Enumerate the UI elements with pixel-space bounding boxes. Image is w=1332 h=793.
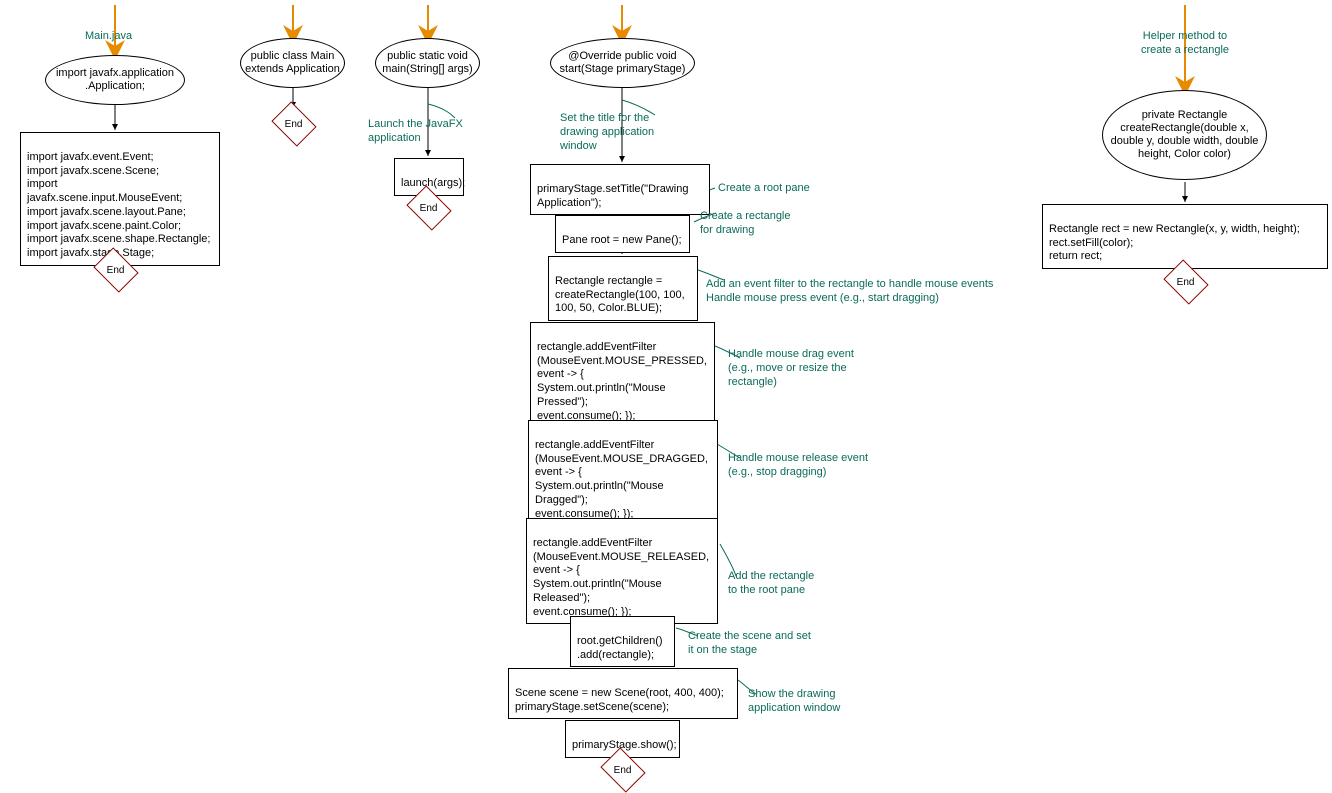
end-col5: End	[1168, 268, 1204, 296]
ellipse-main-method: public static void main(String[] args)	[375, 38, 480, 88]
end-col2: End	[276, 110, 312, 138]
box-imports: import javafx.event.Event; import javafx…	[20, 132, 220, 266]
box-show-label: primaryStage.show();	[572, 739, 677, 751]
ellipse-createrect: private Rectangle createRectangle(double…	[1102, 90, 1267, 180]
ellipse-start-label: @Override public void start(Stage primar…	[555, 50, 690, 76]
box-scene: Scene scene = new Scene(root, 400, 400);…	[508, 668, 738, 719]
box-addchildren-label: root.getChildren() .add(rectangle);	[577, 635, 663, 661]
comment-launch: Launch the JavaFX application	[368, 118, 463, 146]
comment-helper: Helper method to create a rectangle	[1135, 30, 1235, 58]
end-col4-label: End	[614, 764, 632, 775]
end-col3-label: End	[420, 202, 438, 213]
ellipse-start: @Override public void start(Stage primar…	[550, 38, 695, 88]
comment-title: Set the title for the drawing applicatio…	[560, 112, 654, 153]
box-dragged-label: rectangle.addEventFilter (MouseEvent.MOU…	[535, 439, 708, 520]
comment-eventfilter: Add an event filter to the rectangle to …	[706, 278, 993, 306]
box-createrect-label: Rectangle rectangle = createRectangle(10…	[555, 275, 685, 315]
ellipse-class-main: public class Main extends Application	[240, 38, 345, 88]
box-scene-label: Scene scene = new Scene(root, 400, 400);…	[515, 687, 724, 713]
box-addchildren: root.getChildren() .add(rectangle);	[570, 616, 675, 667]
end-col5-label: End	[1177, 276, 1195, 287]
comment-rootpane: Create a root pane	[718, 182, 810, 196]
ellipse-import-app-label: import javafx.application .Application;	[50, 67, 180, 93]
ellipse-import-app: import javafx.application .Application;	[45, 55, 185, 105]
box-rectbody-label: Rectangle rect = new Rectangle(x, y, wid…	[1049, 223, 1300, 263]
comment-release: Handle mouse release event (e.g., stop d…	[728, 452, 868, 480]
box-launch-label: launch(args);	[401, 177, 465, 189]
comment-addrect: Add the rectangle to the root pane	[728, 570, 814, 598]
comment-rect: Create a rectangle for drawing	[700, 210, 791, 238]
end-col2-label: End	[285, 118, 303, 129]
box-released-label: rectangle.addEventFilter (MouseEvent.MOU…	[533, 537, 709, 618]
end-col3: End	[411, 194, 447, 222]
box-dragged: rectangle.addEventFilter (MouseEvent.MOU…	[528, 420, 718, 526]
comment-show: Show the drawing application window	[748, 688, 840, 716]
end-col4: End	[605, 756, 641, 784]
box-settitle: primaryStage.setTitle("Drawing Applicati…	[530, 164, 710, 215]
box-newpane: Pane root = new Pane();	[555, 215, 690, 253]
box-imports-label: import javafx.event.Event; import javafx…	[27, 151, 210, 259]
ellipse-createrect-label: private Rectangle createRectangle(double…	[1107, 109, 1262, 162]
comment-main-java: Main.java	[85, 30, 132, 44]
end-col1: End	[98, 256, 134, 284]
box-newpane-label: Pane root = new Pane();	[562, 234, 682, 246]
box-rectbody: Rectangle rect = new Rectangle(x, y, wid…	[1042, 204, 1328, 269]
box-released: rectangle.addEventFilter (MouseEvent.MOU…	[526, 518, 718, 624]
box-createrect: Rectangle rectangle = createRectangle(10…	[548, 256, 698, 321]
box-pressed: rectangle.addEventFilter (MouseEvent.MOU…	[530, 322, 715, 428]
comment-drag: Handle mouse drag event (e.g., move or r…	[728, 348, 854, 389]
ellipse-main-method-label: public static void main(String[] args)	[380, 50, 475, 76]
end-col1-label: End	[107, 264, 125, 275]
comment-scene: Create the scene and set it on the stage	[688, 630, 811, 658]
box-pressed-label: rectangle.addEventFilter (MouseEvent.MOU…	[537, 341, 707, 422]
ellipse-class-main-label: public class Main extends Application	[245, 50, 340, 76]
box-settitle-label: primaryStage.setTitle("Drawing Applicati…	[537, 183, 688, 209]
